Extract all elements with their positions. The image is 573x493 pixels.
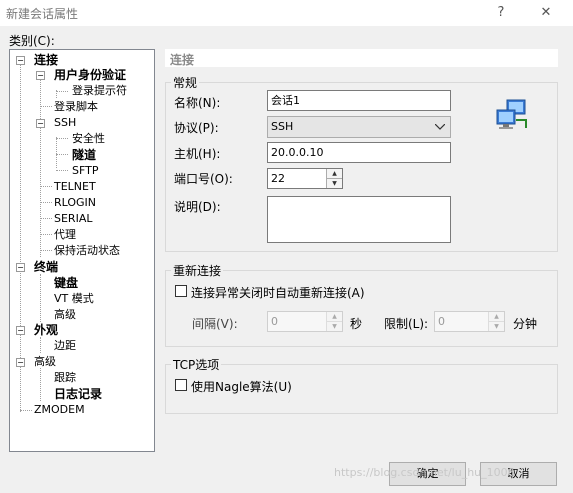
collapse-icon[interactable]: − [36,119,45,128]
chevron-down-icon [435,124,445,130]
tree-item-advanced[interactable]: 高级 [34,354,56,370]
spin-down-icon[interactable]: ▼ [327,179,342,189]
limit-stepper[interactable]: 0 ▲ ▼ [434,311,505,332]
nagle-label: 使用Nagle算法(U) [191,380,292,394]
general-legend: 常规 [171,74,200,91]
network-computers-icon [496,99,527,129]
tree-item-ssh[interactable]: SSH [54,115,76,131]
protocol-label: 协议(P): [174,121,219,135]
reconnect-group [165,270,558,347]
interval-value: 0 [271,315,278,328]
interval-stepper[interactable]: 0 ▲ ▼ [267,311,343,332]
tree-item-logging[interactable]: 日志记录 [54,386,102,402]
nagle-checkbox[interactable] [175,379,187,391]
collapse-icon[interactable]: − [16,263,25,272]
tcp-legend: TCP选项 [171,356,222,373]
watermark-text: https://blog.csdn.net/lu_hu_1006 [334,466,515,479]
tree-item-keyboard[interactable]: 键盘 [54,275,78,291]
tree-item-vt-mode[interactable]: VT 模式 [54,291,94,307]
spin-down-icon[interactable]: ▼ [489,322,504,332]
collapse-icon[interactable]: − [36,71,45,80]
category-tree[interactable]: − − − − − − 连接 用户身份验证 登录提示符 登录脚本 SSH 安全性… [9,49,155,452]
interval-label: 间隔(V): [192,317,238,331]
tree-item-keepalive[interactable]: 保持活动状态 [54,243,120,259]
host-label: 主机(H): [174,147,221,161]
tree-item-margins[interactable]: 边距 [54,338,76,354]
collapse-icon[interactable]: − [16,326,25,335]
category-label: 类别(C): [9,34,55,48]
spin-up-icon[interactable]: ▲ [489,312,504,322]
tree-item-terminal[interactable]: 终端 [34,259,58,275]
limit-value: 0 [438,315,445,328]
port-stepper[interactable]: 22 ▲ ▼ [267,168,343,189]
tree-item-login-prompt[interactable]: 登录提示符 [72,83,127,99]
tree-item-login-script[interactable]: 登录脚本 [54,99,98,115]
interval-unit: 秒 [350,317,363,331]
protocol-select[interactable]: SSH [267,116,451,138]
tree-item-tunnel[interactable]: 隧道 [72,147,96,163]
title-bar: 新建会话属性 ? ✕ [0,0,573,26]
name-label: 名称(N): [174,96,221,110]
spin-up-icon[interactable]: ▲ [327,169,342,179]
tree-item-appearance[interactable]: 外观 [34,322,58,338]
spin-up-icon[interactable]: ▲ [327,312,342,322]
tree-item-zmodem[interactable]: ZMODEM [34,402,85,418]
tree-item-serial[interactable]: SERIAL [54,211,92,227]
reconnect-legend: 重新连接 [171,262,224,279]
port-value: 22 [271,172,285,185]
host-input[interactable]: 20.0.0.10 [267,142,451,163]
desc-label: 说明(D): [174,200,221,214]
collapse-icon[interactable]: − [16,358,25,367]
tree-item-security[interactable]: 安全性 [72,131,105,147]
tree-item-connection[interactable]: 连接 [34,52,58,68]
protocol-value: SSH [271,120,294,133]
panel-header: 连接 [165,49,558,67]
collapse-icon[interactable]: − [16,56,25,65]
tree-item-sftp[interactable]: SFTP [72,163,98,179]
auto-reconnect-label: 连接异常关闭时自动重新连接(A) [191,286,365,300]
spin-down-icon[interactable]: ▼ [327,322,342,332]
help-button[interactable]: ? [486,3,516,23]
name-input[interactable]: 会话1 [267,90,451,111]
tree-item-terminal-advanced[interactable]: 高级 [54,307,76,323]
limit-unit: 分钟 [513,317,538,331]
auto-reconnect-checkbox[interactable] [175,285,187,297]
tree-item-telnet[interactable]: TELNET [54,179,96,195]
desc-textarea[interactable] [267,196,451,243]
window-title: 新建会话属性 [6,7,79,21]
panel-title: 连接 [170,53,195,67]
limit-label: 限制(L): [384,317,429,331]
tree-item-auth[interactable]: 用户身份验证 [54,67,126,83]
port-label: 端口号(O): [174,172,233,186]
tree-item-trace[interactable]: 跟踪 [54,370,76,386]
close-button[interactable]: ✕ [531,3,561,23]
tree-item-proxy[interactable]: 代理 [54,227,76,243]
tree-item-rlogin[interactable]: RLOGIN [54,195,96,211]
